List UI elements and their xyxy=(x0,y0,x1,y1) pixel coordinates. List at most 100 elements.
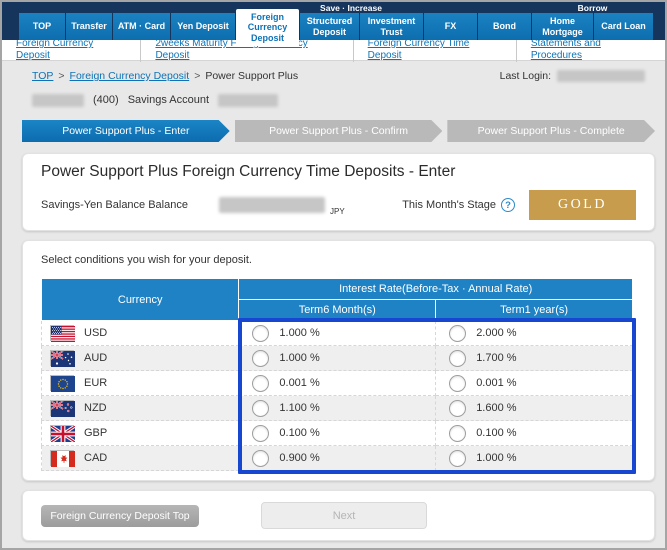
last-login: Last Login: xyxy=(500,70,645,82)
redacted-branch-name xyxy=(32,94,84,107)
breadcrumb-link-top[interactable]: TOP xyxy=(32,70,53,82)
term6-rate-cell: 1.000 % xyxy=(239,346,436,371)
redacted-last-login-value xyxy=(557,70,645,82)
balance-row: Savings-Yen Balance Balance JPY This Mon… xyxy=(41,190,636,220)
table-row-usd: USD1.000 %2.000 % xyxy=(42,321,633,346)
group-label-save-increase: Save · Increase xyxy=(171,2,531,14)
tab-structured-deposit[interactable]: Structured Deposit xyxy=(300,13,359,40)
breadcrumb-separator: > xyxy=(194,70,200,82)
table-row-cad: CAD 0.900 % 1.000 % xyxy=(42,446,633,471)
breadcrumb-separator: > xyxy=(58,70,64,82)
tab-label: Bond xyxy=(493,21,516,31)
au-flag xyxy=(50,350,74,366)
table-row-gbp: GBP0.100 %0.100 % xyxy=(42,421,633,446)
account-type-label: Savings Account xyxy=(128,94,209,106)
tab-transfer[interactable]: Transfer xyxy=(66,13,112,40)
rate-value: 0.001 % xyxy=(476,377,516,389)
term6-rate-cell: 1.100 % xyxy=(239,396,436,421)
stage-badge: GOLD xyxy=(529,190,636,220)
term1-rate-cell: 1.000 % xyxy=(436,446,633,471)
top-navigation: Save · Increase Borrow TOP Transfer ATM · … xyxy=(2,2,665,40)
rate-value: 1.000 % xyxy=(279,352,319,364)
rate-table-wrapper: Currency Interest Rate(Before-Tax · Annu… xyxy=(41,278,633,471)
gb-flag xyxy=(50,425,74,441)
branch-code: (400) xyxy=(93,94,119,106)
nz-flag xyxy=(50,400,74,416)
radio-eur-term1[interactable] xyxy=(449,375,466,392)
help-icon[interactable]: ? xyxy=(501,198,515,212)
step-power-support-plus-enter: Power Support Plus - Enter xyxy=(22,120,230,142)
next-button[interactable]: Next xyxy=(261,502,427,529)
browser-viewport: Save · Increase Borrow TOP Transfer ATM · … xyxy=(0,0,667,550)
currency-cell: CAD xyxy=(42,446,239,471)
rate-value: 1.700 % xyxy=(476,352,516,364)
rate-value: 1.000 % xyxy=(279,327,319,339)
term1-rate-cell: 1.700 % xyxy=(436,346,633,371)
term6-rate-cell: 0.100 % xyxy=(239,421,436,446)
tab-home-mortgage[interactable]: Home Mortgage xyxy=(532,13,593,40)
tab-label: Transfer xyxy=(71,21,107,31)
radio-nzd-term1[interactable] xyxy=(449,400,466,417)
radio-nzd-term6[interactable] xyxy=(252,400,269,417)
stage-label: This Month's Stage xyxy=(402,199,496,211)
balance-currency-unit: JPY xyxy=(330,207,345,216)
tab-top[interactable]: TOP xyxy=(19,13,65,40)
redacted-account-number xyxy=(218,94,278,107)
tab-atm-card[interactable]: ATM · Card xyxy=(113,13,170,40)
redacted-balance-amount xyxy=(219,197,325,213)
currency-code: CAD xyxy=(84,452,107,464)
progress-stepper: Power Support Plus - EnterPower Support … xyxy=(22,120,655,142)
nav-tabs: TOP Transfer ATM · CardYen DepositForeign … xyxy=(2,13,665,40)
currency-code: EUR xyxy=(84,377,107,389)
foreign-currency-deposit-top-button[interactable]: Foreign Currency Deposit Top xyxy=(41,505,199,527)
currency-cell: AUD xyxy=(42,346,239,371)
interest-rate-table: Currency Interest Rate(Before-Tax · Annu… xyxy=(41,278,633,471)
rate-value: 0.100 % xyxy=(279,427,319,439)
radio-usd-term1[interactable] xyxy=(449,325,466,342)
radio-gbp-term1[interactable] xyxy=(449,425,466,442)
radio-cad-term1[interactable] xyxy=(449,450,466,467)
currency-code: AUD xyxy=(84,352,107,364)
breadcrumb-link-foreign-currency-deposit[interactable]: Foreign Currency Deposit xyxy=(70,70,190,82)
radio-aud-term6[interactable] xyxy=(252,350,269,367)
table-row-aud: AUD 1.000 % 1.700 % xyxy=(42,346,633,371)
balance-label: Savings-Yen Balance Balance xyxy=(41,199,219,211)
deposit-conditions-card: Select conditions you wish for your depo… xyxy=(22,240,655,481)
currency-code: NZD xyxy=(84,402,107,414)
currency-code: USD xyxy=(84,327,107,339)
tab-foreign-currency-deposit[interactable]: Foreign Currency Deposit xyxy=(236,9,299,46)
radio-gbp-term6[interactable] xyxy=(252,425,269,442)
tab-yen-deposit[interactable]: Yen Deposit xyxy=(171,13,235,40)
summary-card: Power Support Plus Foreign Currency Time… xyxy=(22,153,655,231)
tab-label: Home Mortgage xyxy=(532,16,593,36)
term1-rate-cell: 1.600 % xyxy=(436,396,633,421)
radio-usd-term6[interactable] xyxy=(252,325,269,342)
rate-value: 0.001 % xyxy=(279,377,319,389)
column-header-currency: Currency xyxy=(42,279,239,321)
radio-eur-term6[interactable] xyxy=(252,375,269,392)
tab-label: Structured Deposit xyxy=(300,16,359,36)
tab-label: FX xyxy=(445,21,457,31)
subnav-link-foreign-currency-deposit[interactable]: Foreign Currency Deposit xyxy=(2,38,140,62)
radio-cad-term6[interactable] xyxy=(252,450,269,467)
page-content: TOP > Foreign Currency Deposit > Power Suppo… xyxy=(2,68,665,541)
instruction-text: Select conditions you wish for your depo… xyxy=(41,241,636,266)
table-row-eur: EUR 0.001 % 0.001 % xyxy=(42,371,633,396)
tab-fx[interactable]: FX xyxy=(424,13,477,40)
subnav-link-statements-and-procedures[interactable]: Statements and Procedures xyxy=(516,38,665,62)
currency-code: GBP xyxy=(84,427,107,439)
rate-value: 1.100 % xyxy=(279,402,319,414)
tab-card-loan[interactable]: Card Loan xyxy=(594,13,653,40)
column-header-term6: Term6 Month(s) xyxy=(239,300,436,321)
breadcrumb: TOP>Foreign Currency Deposit>Power Suppo… xyxy=(32,70,298,82)
tab-label: Foreign Currency Deposit xyxy=(236,12,299,42)
tab-investment-trust[interactable]: Investment Trust xyxy=(360,13,423,40)
group-label-borrow: Borrow xyxy=(532,2,653,14)
radio-aud-term1[interactable] xyxy=(449,350,466,367)
subnav-link-foreign-currency-time-deposit[interactable]: Foreign Currency Time Deposit xyxy=(353,38,516,62)
tab-bond[interactable]: Bond xyxy=(478,13,531,40)
breadcrumb-row: TOP>Foreign Currency Deposit>Power Suppo… xyxy=(22,68,655,84)
rate-value: 1.600 % xyxy=(476,402,516,414)
currency-cell: NZD xyxy=(42,396,239,421)
rate-value: 0.900 % xyxy=(279,452,319,464)
